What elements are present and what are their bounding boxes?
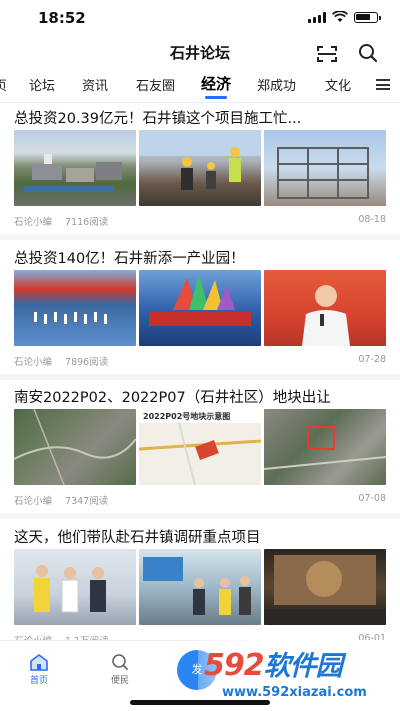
- category-tabs: 页 论坛 资讯 石友圈 经济 郑成功 文化: [0, 72, 400, 98]
- article-meta: 石论小编 7347阅读 07-08: [14, 493, 386, 507]
- menu-icon[interactable]: [376, 79, 390, 90]
- tab-forum[interactable]: 论坛: [29, 75, 55, 94]
- ceremony-stage-photo: [139, 270, 261, 346]
- article-read-count: 7896阅读: [65, 357, 109, 368]
- app-header: 石井论坛: [0, 36, 400, 70]
- display-screen-photo: [264, 549, 386, 625]
- aerial-site-photo: [14, 130, 136, 206]
- page-title: 石井论坛: [169, 44, 230, 62]
- article-date: 07-08: [358, 493, 386, 504]
- status-time: 18:52: [38, 9, 86, 27]
- watermark-logo: 592软件园: [204, 648, 343, 683]
- speaker-photo: [264, 270, 386, 346]
- plot-map-caption: 2022P02号地块示意图: [143, 412, 231, 421]
- cellular-signal-icon: [308, 11, 326, 23]
- article-thumbnails: [14, 549, 386, 625]
- article-date: 08-18: [358, 214, 386, 225]
- nav-service-label: 便民: [110, 676, 129, 686]
- building-frame-photo: [264, 130, 386, 206]
- article-meta: 石论小编 7896阅读 07-28: [14, 354, 386, 368]
- tab-zheng-chenggong[interactable]: 郑成功: [257, 75, 296, 94]
- exhibition-visit-photo: [139, 549, 261, 625]
- article-thumbnails: [14, 130, 386, 206]
- plot-map-image: 2022P02号地块示意图: [139, 409, 261, 485]
- scan-icon[interactable]: [317, 45, 337, 63]
- nav-home[interactable]: 首页: [19, 653, 59, 686]
- battery-icon: [354, 11, 381, 23]
- home-icon: [30, 654, 48, 671]
- article-title[interactable]: 南安2022P02、2022P07（石井社区）地块出让: [14, 386, 386, 407]
- article-read-count: 7116阅读: [65, 217, 109, 228]
- status-bar: 18:52: [0, 0, 400, 36]
- search-service-icon: [112, 654, 128, 670]
- article-author: 石论小编: [14, 217, 53, 228]
- wifi-icon: [332, 11, 348, 22]
- divider: [0, 102, 400, 103]
- search-icon[interactable]: [358, 43, 378, 63]
- home-indicator: [130, 700, 270, 705]
- article-title[interactable]: 这天，他们带队赴石井镇调研重点项目: [14, 526, 386, 547]
- tab-friends-circle[interactable]: 石友圈: [136, 75, 175, 94]
- satellite-map-photo: [14, 409, 136, 485]
- article-meta: 石论小编 7116阅读 08-18: [14, 214, 386, 228]
- article-thumbnails: 2022P02号地块示意图: [14, 409, 386, 485]
- nav-home-label: 首页: [29, 676, 48, 686]
- article-date: 07-28: [358, 354, 386, 365]
- tab-economy[interactable]: 经济: [201, 73, 231, 94]
- article-title[interactable]: 总投资20.39亿元！石井镇这个项目施工忙...: [14, 107, 386, 128]
- tab-home[interactable]: 页: [0, 75, 7, 94]
- workers-photo: [139, 130, 261, 206]
- watermark-url: www.592xiazai.com: [222, 685, 367, 700]
- divider: [0, 234, 400, 240]
- active-tab-indicator: [205, 96, 227, 99]
- divider: [0, 374, 400, 380]
- tab-culture[interactable]: 文化: [325, 75, 351, 94]
- divider: [0, 513, 400, 519]
- article-author: 石论小编: [14, 357, 53, 368]
- article-read-count: 7347阅读: [65, 496, 109, 507]
- ceremony-crowd-photo: [14, 270, 136, 346]
- officials-group-photo: [14, 549, 136, 625]
- nav-service[interactable]: 便民: [100, 653, 140, 686]
- article-author: 石论小编: [14, 496, 53, 507]
- status-icons: [308, 11, 381, 23]
- tab-news[interactable]: 资讯: [82, 75, 108, 94]
- article-thumbnails: [14, 270, 386, 346]
- article-title[interactable]: 总投资140亿！石井新添一产业园！: [14, 247, 386, 268]
- satellite-map-photo: [264, 409, 386, 485]
